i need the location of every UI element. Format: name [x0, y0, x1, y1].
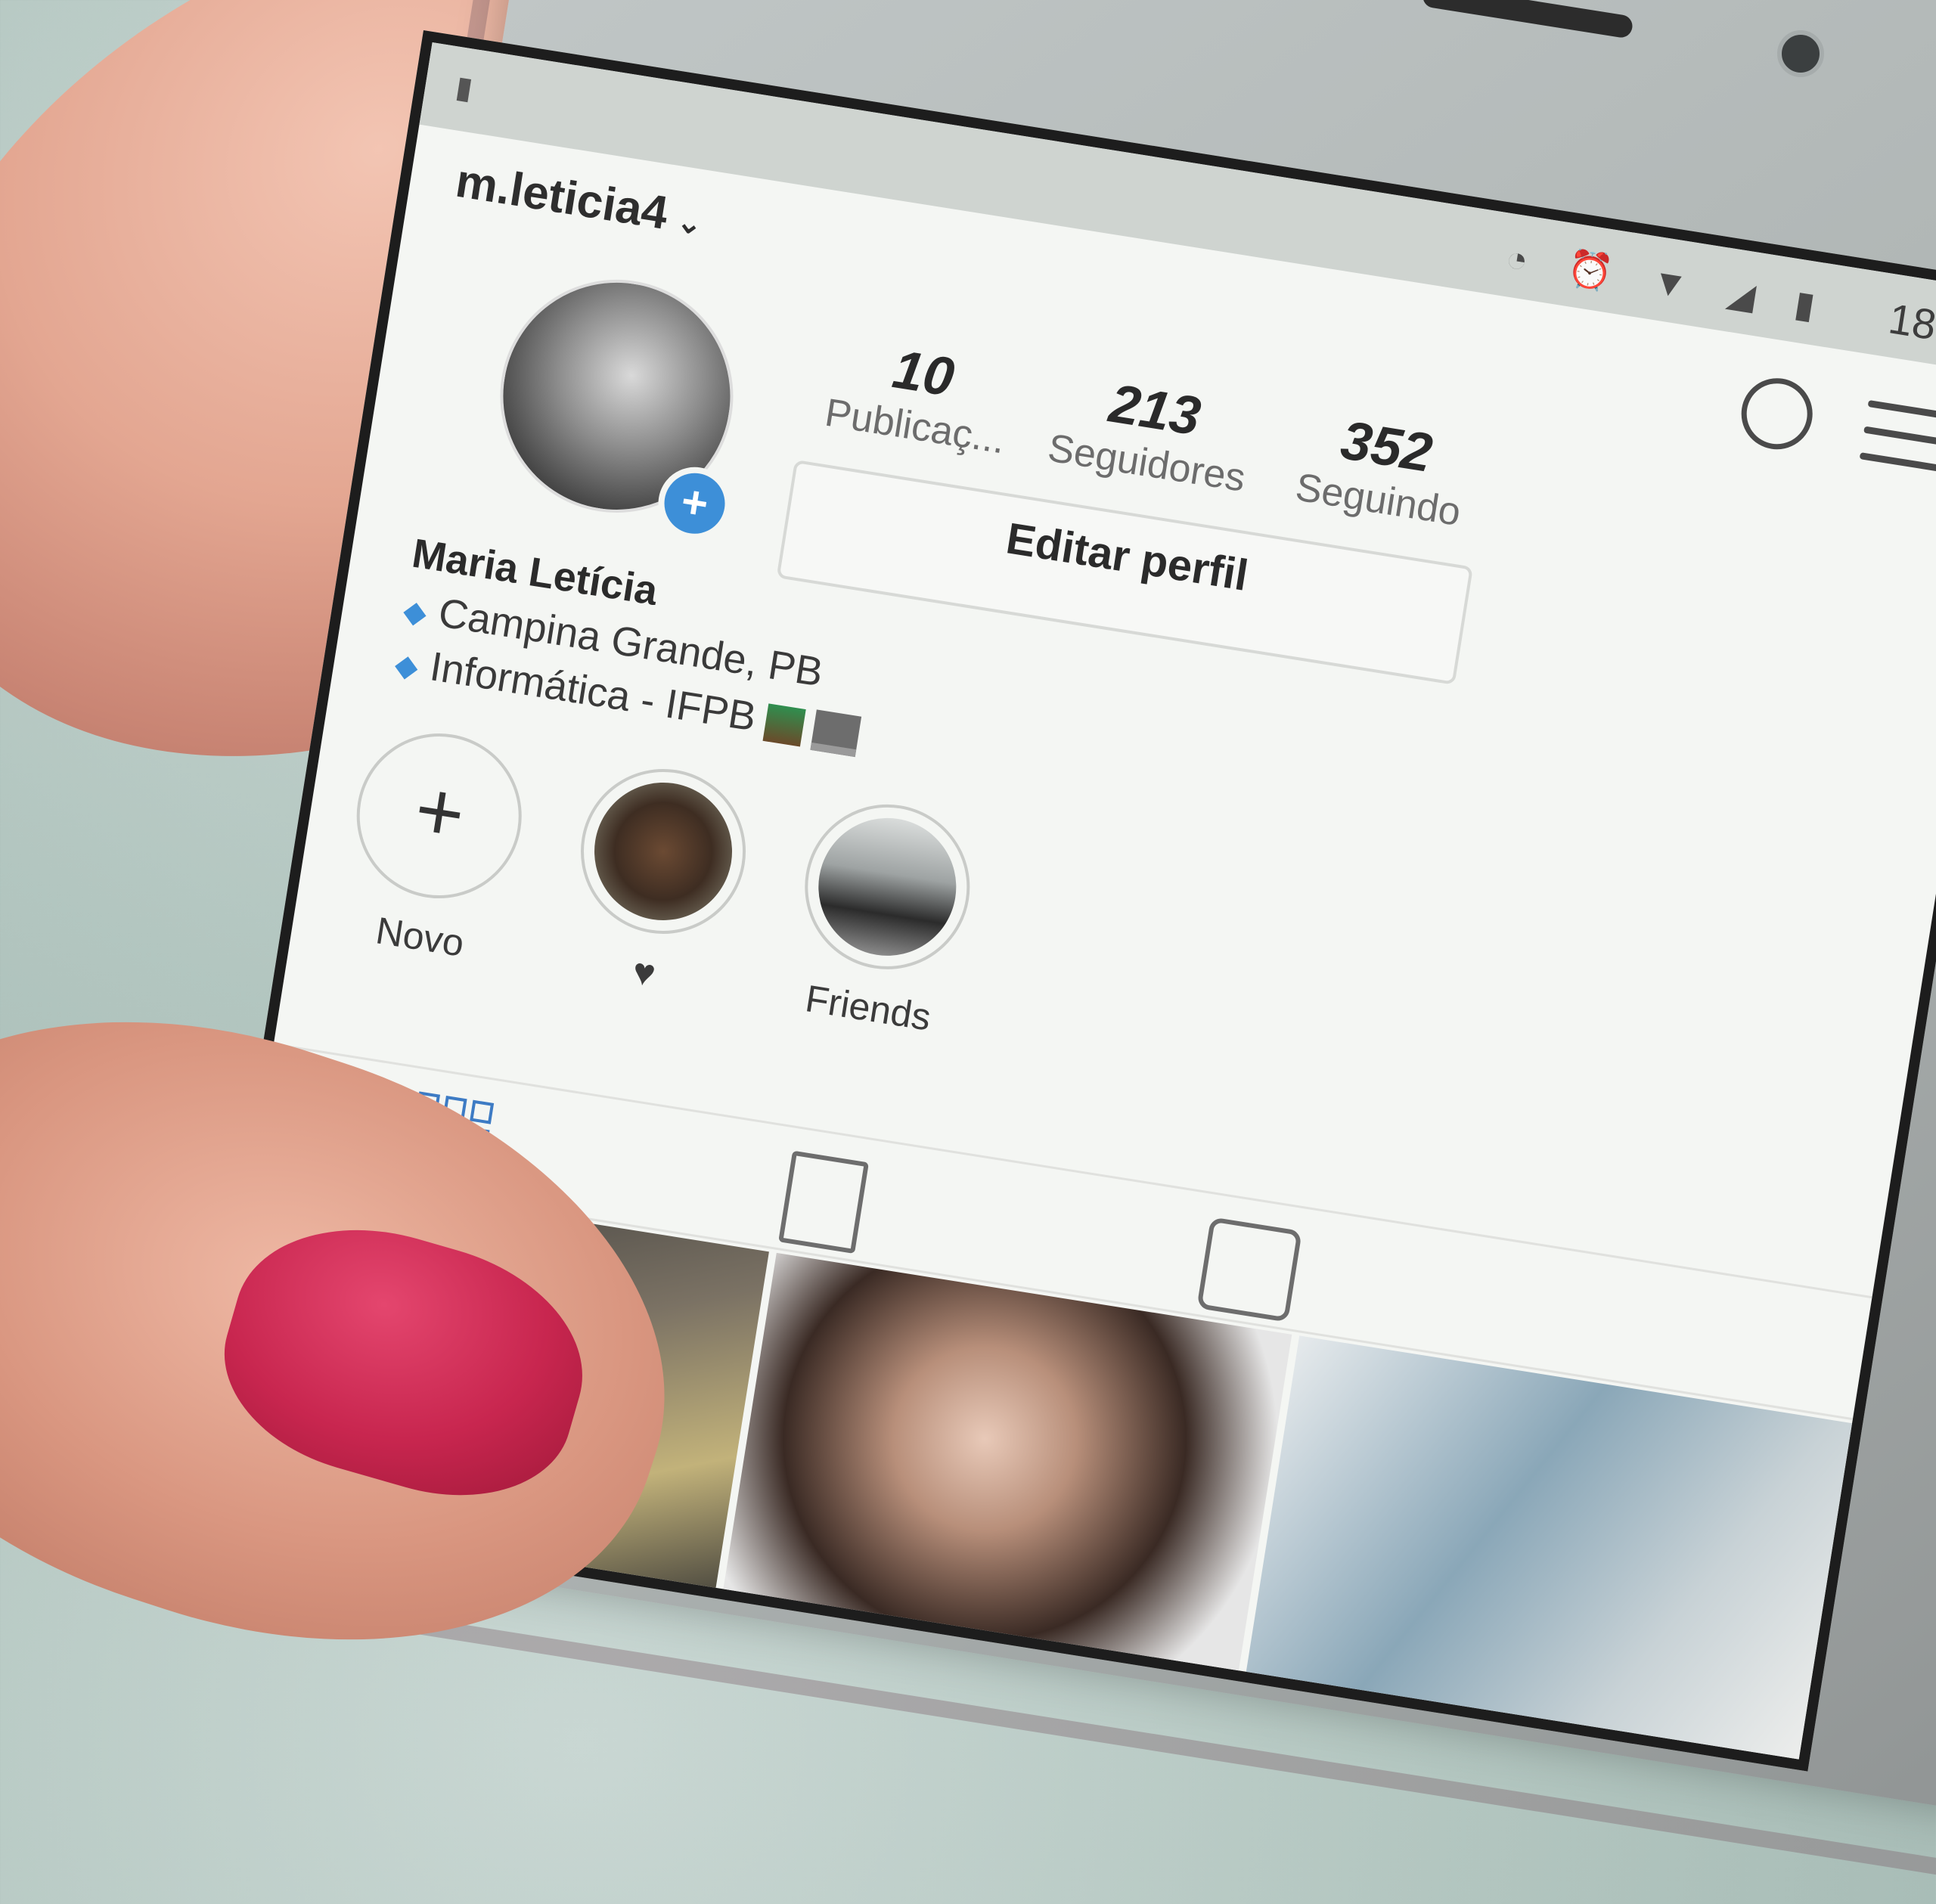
heart-icon: ♥: [629, 949, 659, 995]
diamond-bullet-icon: ◆: [392, 647, 421, 684]
username-label: m.leticia4: [452, 154, 672, 240]
books-emoji-icon: [762, 703, 806, 747]
highlight-thumbnail: [808, 808, 966, 966]
feed-icon[interactable]: [778, 1150, 869, 1254]
highlight-label: Novo: [373, 909, 467, 965]
account-switcher[interactable]: m.leticia4⌄: [452, 154, 707, 247]
chevron-down-icon: ⌄: [674, 204, 705, 242]
notification-icon: ▮: [453, 70, 476, 106]
highlight-thumbnail: [584, 772, 743, 931]
highlight-heart[interactable]: ♥: [559, 757, 758, 1006]
stat-posts[interactable]: 10 Publicaç...: [799, 325, 1041, 467]
front-camera-icon: [1777, 30, 1824, 77]
hamburger-menu-icon[interactable]: [1857, 399, 1936, 492]
plus-icon: +: [408, 761, 471, 862]
stat-following[interactable]: 352 Seguindo: [1263, 398, 1504, 540]
highlight-ring: +: [345, 721, 534, 910]
highlight-ring: [569, 757, 758, 946]
tagged-icon[interactable]: [1196, 1217, 1302, 1323]
highlight-label: Friends: [802, 977, 934, 1039]
diamond-bullet-icon: ◆: [401, 594, 430, 631]
computer-emoji-icon: [810, 709, 862, 757]
stat-followers[interactable]: 213 Seguidores: [1031, 362, 1272, 504]
highlight-ring: [793, 792, 982, 981]
status-time: 18:18: [1885, 294, 1936, 358]
highlight-friends[interactable]: Friends: [783, 792, 982, 1042]
highlight-new[interactable]: + Novo: [335, 721, 534, 971]
